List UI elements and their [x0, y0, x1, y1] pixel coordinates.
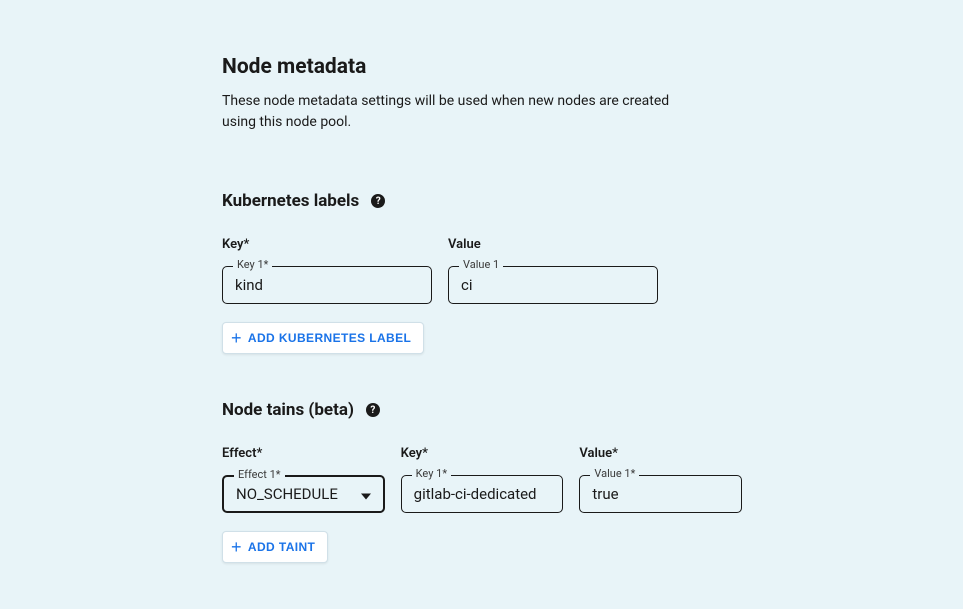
page-title: Node metadata [222, 55, 742, 79]
taints-section-title: Node tains (beta) [222, 400, 354, 420]
labels-key-header: Key* [222, 237, 432, 252]
labels-key-float-label: Key 1* [233, 258, 272, 271]
add-taint-button[interactable]: + ADD TAINT [222, 531, 328, 563]
labels-value-float-label: Value 1 [459, 258, 503, 271]
help-icon[interactable]: ? [366, 403, 380, 417]
taints-value-header: Value* [579, 446, 742, 461]
taints-effect-float-label: Effect 1* [234, 468, 285, 481]
add-kubernetes-label-button[interactable]: + ADD KUBERNETES LABEL [222, 322, 424, 354]
plus-icon: + [231, 538, 242, 556]
taints-value-input[interactable] [592, 485, 729, 503]
add-taint-text: ADD TAINT [248, 540, 315, 554]
taints-key-float-label: Key 1* [412, 467, 451, 480]
chevron-down-icon [361, 485, 371, 504]
taints-effect-value: NO_SCHEDULE [236, 485, 338, 503]
help-icon[interactable]: ? [371, 194, 385, 208]
labels-key-field[interactable]: Key 1* [222, 266, 432, 304]
page-description: These node metadata settings will be use… [222, 91, 702, 133]
labels-section-title: Kubernetes labels [222, 191, 359, 211]
taints-key-header: Key* [401, 446, 564, 461]
kubernetes-labels-section: Kubernetes labels ? Key* Key 1* Value Va… [222, 191, 742, 354]
labels-value-header: Value [448, 237, 658, 252]
plus-icon: + [231, 329, 242, 347]
taints-value-field[interactable]: Value 1* [579, 475, 742, 513]
taints-effect-header: Effect* [222, 446, 385, 461]
labels-key-input[interactable] [235, 276, 419, 294]
labels-value-field[interactable]: Value 1 [448, 266, 658, 304]
labels-value-input[interactable] [461, 276, 645, 294]
taints-key-field[interactable]: Key 1* [401, 475, 564, 513]
taints-value-float-label: Value 1* [590, 467, 639, 480]
taints-key-input[interactable] [414, 485, 551, 503]
node-taints-section: Node tains (beta) ? Effect* Effect 1* NO… [222, 400, 742, 563]
add-kubernetes-label-text: ADD KUBERNETES LABEL [248, 331, 411, 345]
taints-effect-select[interactable]: Effect 1* NO_SCHEDULE [222, 475, 385, 513]
